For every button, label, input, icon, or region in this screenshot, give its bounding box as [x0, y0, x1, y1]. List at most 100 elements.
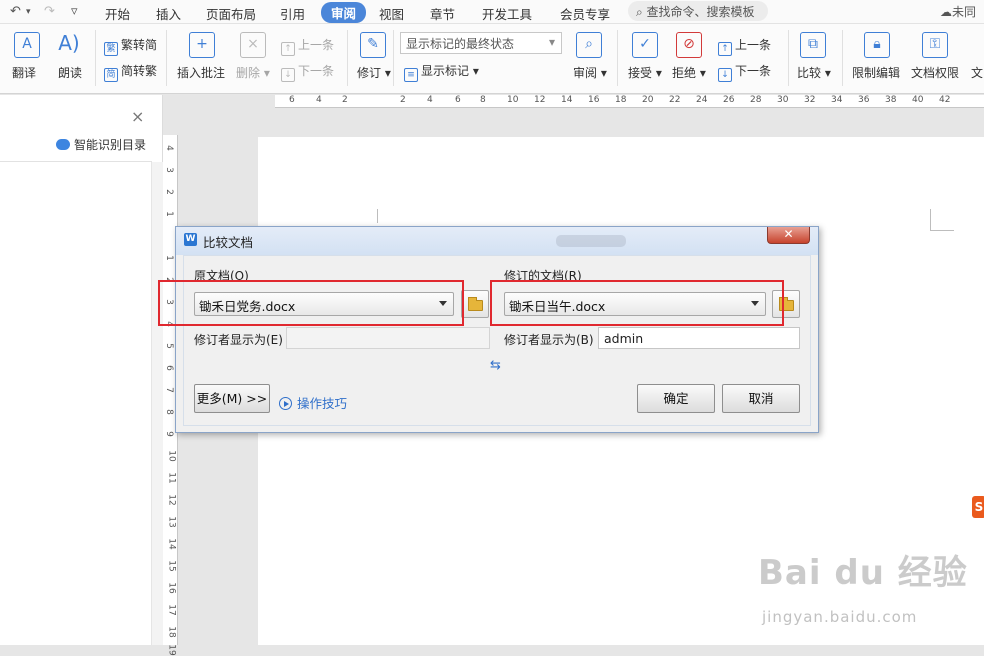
compare-button[interactable]: 比较 ▾	[797, 64, 831, 81]
ruler-tick-label: 18	[615, 95, 627, 105]
tab-page-layout[interactable]: 页面布局	[206, 4, 256, 23]
translate-icon[interactable]: A	[14, 32, 40, 58]
doc-permissions-icon[interactable]: ⚿	[922, 32, 948, 58]
ruler-tick-label: 32	[804, 95, 816, 105]
compare-label: 比较	[797, 66, 822, 80]
track-changes-button[interactable]: 修订 ▾	[357, 64, 391, 81]
customize-quickbar-icon[interactable]: ▿	[71, 4, 78, 19]
ok-button[interactable]: 确定	[637, 384, 715, 413]
show-markup-button[interactable]: ≡ 显示标记 ▾	[404, 62, 479, 82]
ruler-tick-label: 36	[858, 95, 870, 105]
search-icon: ⌕	[636, 5, 647, 19]
tab-insert[interactable]: 插入	[156, 4, 181, 23]
prev-change-button[interactable]: ↑ 上一条	[718, 36, 771, 56]
margin-corner-mark	[930, 209, 954, 231]
simp-to-trad-icon: 简	[104, 68, 118, 82]
markup-display-select[interactable]: 显示标记的最终状态 ▾	[400, 32, 562, 54]
tab-chapter[interactable]: 章节	[430, 4, 455, 23]
ruler-tick-label: 1	[163, 255, 174, 261]
browse-original-button[interactable]	[461, 290, 489, 318]
show-markup-icon: ≡	[404, 68, 418, 82]
undo-icon[interactable]: ↶	[10, 4, 21, 19]
tab-review[interactable]: 审阅	[321, 2, 367, 23]
translate-button[interactable]: 翻译	[12, 64, 36, 81]
ruler-tick-label: 6	[289, 95, 295, 105]
swap-documents-icon[interactable]: ⇆	[490, 358, 501, 373]
dialog-title-bar[interactable]: W 比较文档 ✕	[176, 227, 818, 255]
reject-icon[interactable]: ⊘	[676, 32, 702, 58]
reviewing-pane-button[interactable]: 审阅 ▾	[573, 64, 607, 81]
compare-icon[interactable]: ⧉	[800, 32, 826, 58]
side-badge-icon[interactable]: S	[972, 496, 984, 518]
smart-toc-button[interactable]: 智能识别目录	[56, 136, 146, 153]
trad-to-simp-button[interactable]: 繁繁转简	[104, 36, 157, 56]
restrict-editing-icon[interactable]: 🔒︎	[864, 32, 890, 58]
command-search-input[interactable]: ⌕ 查找命令、搜索模板	[628, 1, 768, 21]
accept-button[interactable]: 接受 ▾	[628, 64, 662, 81]
restrict-editing-button[interactable]: 限制编辑	[852, 64, 900, 81]
delete-comment-icon[interactable]: ×	[240, 32, 266, 58]
ruler-tick-label: 4	[427, 95, 433, 105]
ruler-tick-label: 28	[750, 95, 762, 105]
ribbon-divider	[842, 30, 843, 86]
smart-toc-label: 智能识别目录	[74, 138, 147, 152]
ruler-tick-label: 15	[166, 560, 177, 572]
cloud-sync-status[interactable]: ☁未同	[940, 3, 976, 20]
ruler-tick-label: 42	[939, 95, 951, 105]
prev-change-icon: ↑	[718, 42, 732, 56]
tab-references[interactable]: 引用	[280, 4, 305, 23]
tab-member[interactable]: 会员专享	[560, 4, 610, 23]
tips-link[interactable]: 操作技巧	[279, 393, 347, 412]
ruler-tick-label: 4	[316, 95, 322, 105]
revised-author-input[interactable]: admin	[598, 327, 800, 349]
next-comment-button[interactable]: ↓ 下一条	[281, 62, 334, 82]
delete-label: 删除	[236, 66, 261, 80]
next-change-icon: ↓	[718, 68, 732, 82]
redo-icon[interactable]: ↷	[44, 4, 55, 19]
ribbon-divider	[393, 30, 394, 86]
reject-button[interactable]: 拒绝 ▾	[672, 64, 706, 81]
simp-to-trad-button[interactable]: 简简转繁	[104, 62, 157, 82]
more-options-button[interactable]: 更多(M) >>	[194, 384, 270, 413]
ruler-tick-label: 18	[166, 626, 177, 638]
read-aloud-icon[interactable]: A)	[56, 32, 82, 58]
horizontal-ruler[interactable]: 6 4 2 2 4 6 8 10 12 14 16 18 20 22 24 26 28 30 32 34 36 38 40 4…	[275, 95, 984, 108]
nav-scrollbar[interactable]	[151, 162, 163, 645]
prev-comment-button[interactable]: ↑ 上一条	[281, 36, 334, 56]
next-comment-label: 下一条	[298, 64, 335, 78]
cloud-icon: ☁	[940, 5, 952, 19]
next-change-button[interactable]: ↓ 下一条	[718, 62, 771, 82]
ribbon-divider	[166, 30, 167, 86]
reviewing-pane-icon[interactable]: ⌕	[576, 32, 602, 58]
chevron-down-icon: ▾	[548, 35, 555, 49]
ruler-tick-label: 8	[480, 95, 486, 105]
track-changes-icon[interactable]: ✎	[360, 32, 386, 58]
next-comment-icon: ↓	[281, 68, 295, 82]
search-placeholder: 查找命令、搜索模板	[646, 5, 755, 19]
undo-dropdown-icon[interactable]: ▾	[26, 7, 31, 17]
ruler-tick-label: 12	[166, 494, 177, 506]
close-icon[interactable]: ×	[131, 107, 144, 126]
ruler-tick-label: 11	[166, 472, 177, 484]
ruler-tick-label: 16	[166, 582, 177, 594]
insert-comment-button[interactable]: 插入批注	[177, 64, 225, 81]
tab-home[interactable]: 开始	[105, 4, 130, 23]
ruler-tick-label: 17	[166, 604, 177, 616]
dialog-close-button[interactable]: ✕	[767, 227, 810, 244]
compare-documents-dialog: W 比较文档 ✕ 原文档(O) 锄禾日党务.docx 修订的文档(R) 锄禾日当…	[175, 226, 819, 433]
ribbon-more-button[interactable]: 文	[971, 64, 983, 81]
accept-icon[interactable]: ✓	[632, 32, 658, 58]
original-author-input[interactable]	[286, 327, 490, 349]
delete-comment-button[interactable]: 删除 ▾	[236, 64, 270, 81]
ruler-tick-label: 19	[166, 644, 177, 656]
tab-view[interactable]: 视图	[379, 4, 404, 23]
tab-developer[interactable]: 开发工具	[482, 4, 532, 23]
ribbon-divider	[95, 30, 96, 86]
cancel-button[interactable]: 取消	[722, 384, 800, 413]
ruler-tick-label: 9	[163, 431, 174, 437]
read-aloud-button[interactable]: 朗读	[58, 64, 82, 81]
tips-label: 操作技巧	[297, 396, 348, 411]
doc-permissions-button[interactable]: 文档权限	[911, 64, 959, 81]
dialog-title: 比较文档	[203, 235, 254, 250]
insert-comment-icon[interactable]: +	[189, 32, 215, 58]
